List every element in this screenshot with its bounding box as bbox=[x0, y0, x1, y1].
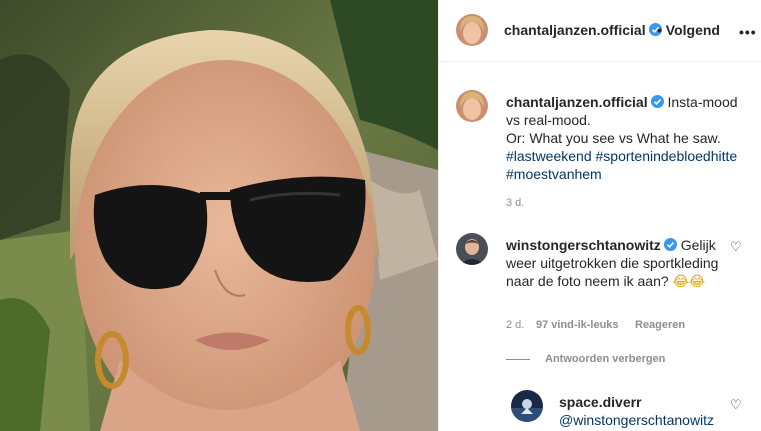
reply-mention[interactable]: @winstongerschtanowitz bbox=[559, 412, 714, 428]
caption-line3: Or: What you see vs What he saw. bbox=[506, 130, 721, 146]
reply-button[interactable]: Reageren bbox=[635, 319, 685, 331]
post-side-panel: chantaljanzen.official • Volgend ••• cha… bbox=[438, 0, 761, 431]
hashtag-link[interactable]: #sportenindebloedhitte bbox=[596, 148, 738, 164]
laughing-emoji-icon: 😂😂 bbox=[672, 274, 706, 290]
follow-status[interactable]: • Volgend bbox=[657, 22, 720, 38]
heart-outline-icon[interactable]: ♡ bbox=[730, 240, 742, 255]
post-header: chantaljanzen.official • Volgend ••• bbox=[439, 0, 761, 62]
heart-outline-icon[interactable]: ♡ bbox=[730, 398, 742, 413]
reply-text: space.diverr @winstongerschtanowitz bbox=[559, 393, 714, 429]
caption-text: chantaljanzen.official Insta-mood vs rea… bbox=[506, 93, 746, 183]
author-avatar[interactable] bbox=[456, 14, 488, 46]
caption-line2: vs real-mood. bbox=[506, 112, 591, 128]
commenter-username[interactable]: winstongerschtanowitz bbox=[506, 237, 661, 253]
caption-line1: Insta-mood bbox=[667, 94, 738, 110]
caption-timestamp[interactable]: 3 d. bbox=[506, 197, 524, 209]
header-user: chantaljanzen.official bbox=[504, 22, 662, 38]
comment-likes[interactable]: 97 vind-ik-leuks bbox=[536, 319, 619, 331]
caption-avatar[interactable] bbox=[456, 90, 488, 122]
more-options-icon[interactable]: ••• bbox=[739, 24, 757, 40]
reply-username[interactable]: space.diverr bbox=[559, 394, 642, 410]
comment-text: winstongerschtanowitz Gelijk weer uitget… bbox=[506, 236, 731, 291]
comment-timestamp[interactable]: 2 d. bbox=[506, 319, 524, 331]
replies-divider bbox=[506, 359, 530, 360]
hashtag-link[interactable]: #lastweekend bbox=[506, 148, 592, 164]
reply-avatar[interactable] bbox=[511, 390, 543, 422]
post-photo[interactable] bbox=[0, 0, 438, 431]
verified-icon bbox=[663, 238, 677, 251]
author-username[interactable]: chantaljanzen.official bbox=[504, 22, 646, 38]
caption-username[interactable]: chantaljanzen.official bbox=[506, 94, 648, 110]
hide-replies-button[interactable]: Antwoorden verbergen bbox=[545, 353, 665, 365]
hashtag-link[interactable]: #moestvanhem bbox=[506, 166, 602, 182]
verified-icon bbox=[650, 95, 664, 108]
commenter-avatar[interactable] bbox=[456, 233, 488, 265]
follow-separator: • bbox=[657, 22, 662, 38]
follow-button[interactable]: Volgend bbox=[666, 22, 720, 38]
